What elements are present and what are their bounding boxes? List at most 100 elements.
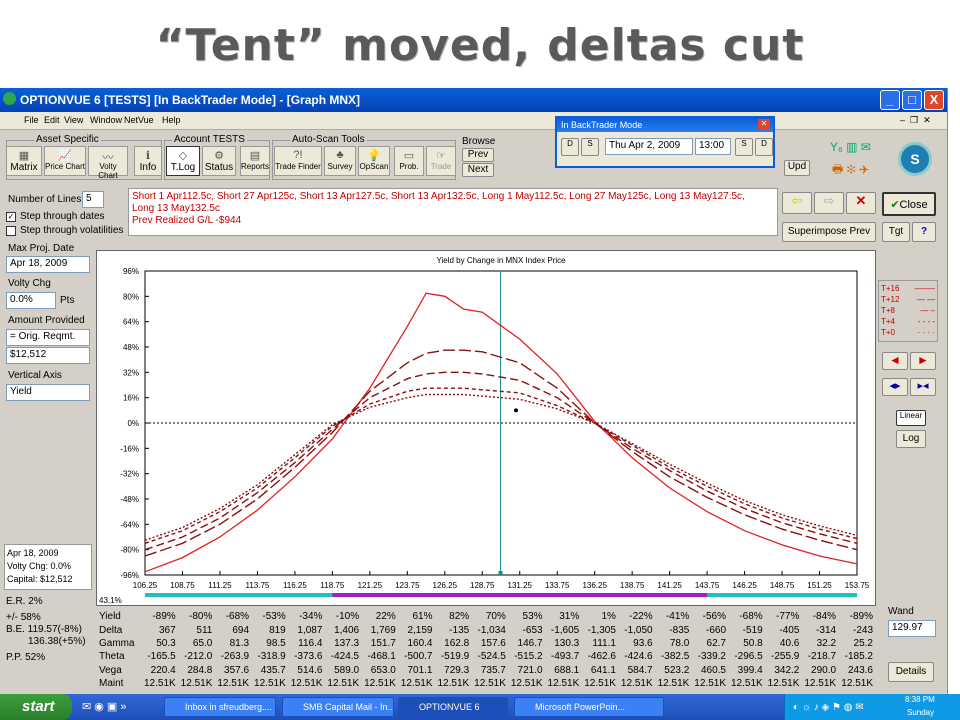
- day-forward-button[interactable]: D: [755, 138, 773, 156]
- next-button[interactable]: Next: [462, 163, 494, 177]
- x-tick-label: 108.75: [170, 581, 195, 590]
- max-proj-field[interactable]: Apr 18, 2009: [6, 256, 90, 273]
- amount-select[interactable]: = Orig. Reqmt.: [6, 329, 90, 346]
- table-cell: 12.51K: [400, 678, 433, 690]
- y-tick-label: 48%: [123, 343, 139, 352]
- num-lines-field[interactable]: 5: [82, 191, 104, 208]
- details-button[interactable]: Details: [888, 662, 934, 682]
- step-volts-checkbox[interactable]: [6, 226, 16, 236]
- opscan-button[interactable]: 💡 OpScan: [358, 146, 390, 176]
- mdi-controls[interactable]: – ❐ ✕: [900, 115, 931, 126]
- table-cell: 162.8: [444, 638, 470, 650]
- legend: T+16 –—— T+12 — — T+8 — – T+4 - - - - T+…: [878, 280, 938, 342]
- linear-button[interactable]: Linear: [896, 410, 926, 426]
- survey-button[interactable]: ♣ Survey: [324, 146, 356, 176]
- volty-chart-button[interactable]: 〰 Volty Chart: [88, 146, 128, 180]
- backtrader-date-field[interactable]: Thu Apr 2, 2009: [605, 138, 693, 155]
- log-button[interactable]: Log: [896, 430, 926, 448]
- row-label: Maint: [99, 678, 124, 690]
- close-button[interactable]: ✔Close: [882, 192, 936, 216]
- prob-button[interactable]: ▭ Prob.: [394, 146, 424, 176]
- table-cell: 12.51K: [474, 678, 506, 690]
- table-cell: 146.7: [517, 638, 543, 650]
- table-cell: -519: [742, 624, 763, 636]
- x-tick-label: 128.75: [470, 581, 495, 590]
- menu-netvue[interactable]: NetVue: [124, 115, 154, 125]
- prev-button[interactable]: Prev: [462, 148, 494, 162]
- legend-item: T+0 · · · ·: [881, 328, 935, 337]
- printer-icon[interactable]: 🖶 ✻ ✈: [832, 160, 869, 181]
- menu-view[interactable]: View: [64, 115, 83, 125]
- x-tick-label: 148.75: [770, 581, 795, 590]
- table-cell: 12.51K: [290, 678, 323, 690]
- table-cell: -10%: [335, 611, 360, 623]
- wand-field[interactable]: 129.97: [888, 620, 936, 637]
- toolbar-icons-right[interactable]: Y₆ ▥ ✉: [830, 140, 871, 154]
- close-icon[interactable]: ✕: [758, 119, 770, 130]
- current-price-marker: [498, 571, 503, 575]
- step-back-button[interactable]: S: [581, 138, 599, 156]
- quicklaunch-icons[interactable]: ✉ ◉ ▣ »: [82, 700, 127, 713]
- menu-file[interactable]: File: [24, 115, 39, 125]
- table-cell: 78.0: [669, 638, 690, 650]
- y-tick-label: 32%: [123, 368, 139, 377]
- delete-icon[interactable]: ✕: [846, 192, 876, 214]
- backtrader-time-field[interactable]: 13:00: [695, 138, 731, 155]
- help-button[interactable]: ?: [912, 222, 936, 242]
- tlog-button[interactable]: ◇ T.Log: [166, 146, 200, 176]
- menu-edit[interactable]: Edit: [44, 115, 60, 125]
- task-optionvue[interactable]: OPTIONVUE 6: [398, 697, 508, 717]
- tray-icons[interactable]: ◐ ☼ ♪ ◈ ⚑ ◍ ✉: [793, 702, 864, 713]
- scroll-right-icon[interactable]: ►: [910, 352, 936, 370]
- day-back-button[interactable]: D: [561, 138, 579, 156]
- arrow-left-icon[interactable]: ⇦: [782, 192, 812, 214]
- tgt-button[interactable]: Tgt: [882, 222, 910, 242]
- volty-chg-field[interactable]: 0.0%: [6, 292, 56, 309]
- close-window-button[interactable]: X: [924, 90, 944, 110]
- table-cell: 12.51K: [364, 678, 396, 690]
- step-dates-checkbox[interactable]: ✓: [6, 212, 16, 222]
- task-inbox[interactable]: Inbox in sfreudberg....: [164, 697, 276, 717]
- upd-button[interactable]: Upd: [784, 160, 810, 176]
- table-cell: 22%: [375, 611, 396, 623]
- window-titlebar[interactable]: OPTIONVUE 6 [TESTS] [In BackTrader Mode]…: [0, 88, 947, 112]
- s-logo-icon[interactable]: S: [898, 142, 932, 176]
- zoom-in-icon[interactable]: ◂▸: [882, 378, 908, 396]
- table-cell: 399.4: [737, 664, 763, 676]
- minimize-button[interactable]: _: [880, 90, 900, 110]
- x-tick-label: 151.25: [807, 581, 832, 590]
- trade-button[interactable]: ☞ Trade: [426, 146, 456, 176]
- superimpose-prev-button[interactable]: Superimpose Prev: [782, 222, 876, 242]
- reports-button[interactable]: ▤ Reports: [240, 146, 270, 176]
- table-cell: -373.6: [294, 651, 323, 663]
- backtrader-title: In BackTrader Mode: [557, 118, 773, 132]
- scroll-left-icon[interactable]: ◄: [882, 352, 908, 370]
- vert-axis-select[interactable]: Yield: [6, 384, 90, 401]
- status-button[interactable]: ⚙ Status: [202, 146, 236, 176]
- table-cell: 688.1: [554, 664, 580, 676]
- price-chart-button[interactable]: 📈 Price Chart: [44, 146, 86, 176]
- arrow-right-icon[interactable]: ⇨: [814, 192, 844, 214]
- table-cell: 130.3: [554, 638, 580, 650]
- yield-chart[interactable]: Yield by Change in MNX Index Price 96% 80%…: [97, 251, 877, 607]
- start-button[interactable]: start: [0, 694, 72, 720]
- table-cell: 819: [269, 624, 286, 636]
- amount-field[interactable]: $12,512: [6, 347, 90, 364]
- task-smb-mail[interactable]: SMB Capital Mail - In...: [282, 697, 394, 717]
- menu-window[interactable]: Window: [90, 115, 122, 125]
- table-cell: -314: [816, 624, 837, 636]
- trade-finder-button[interactable]: ?! Trade Finder: [274, 146, 322, 176]
- y-tick-label: 80%: [123, 292, 139, 301]
- table-cell: -468.1: [367, 651, 396, 663]
- diamond-icon: ◇: [178, 150, 188, 162]
- menu-help[interactable]: Help: [162, 115, 181, 125]
- step-forward-button[interactable]: S: [735, 138, 753, 156]
- clock-day: Sunday: [907, 708, 935, 717]
- task-powerpoint[interactable]: Microsoft PowerPoin...: [514, 697, 664, 717]
- zoom-out-icon[interactable]: ▸◂: [910, 378, 936, 396]
- maximize-button[interactable]: □: [902, 90, 922, 110]
- table-cell: -524.5: [477, 651, 506, 663]
- matrix-button[interactable]: ▦ Matrix: [6, 146, 42, 176]
- info-button[interactable]: ℹ Info: [134, 146, 162, 176]
- table-cell: 290.0: [811, 664, 837, 676]
